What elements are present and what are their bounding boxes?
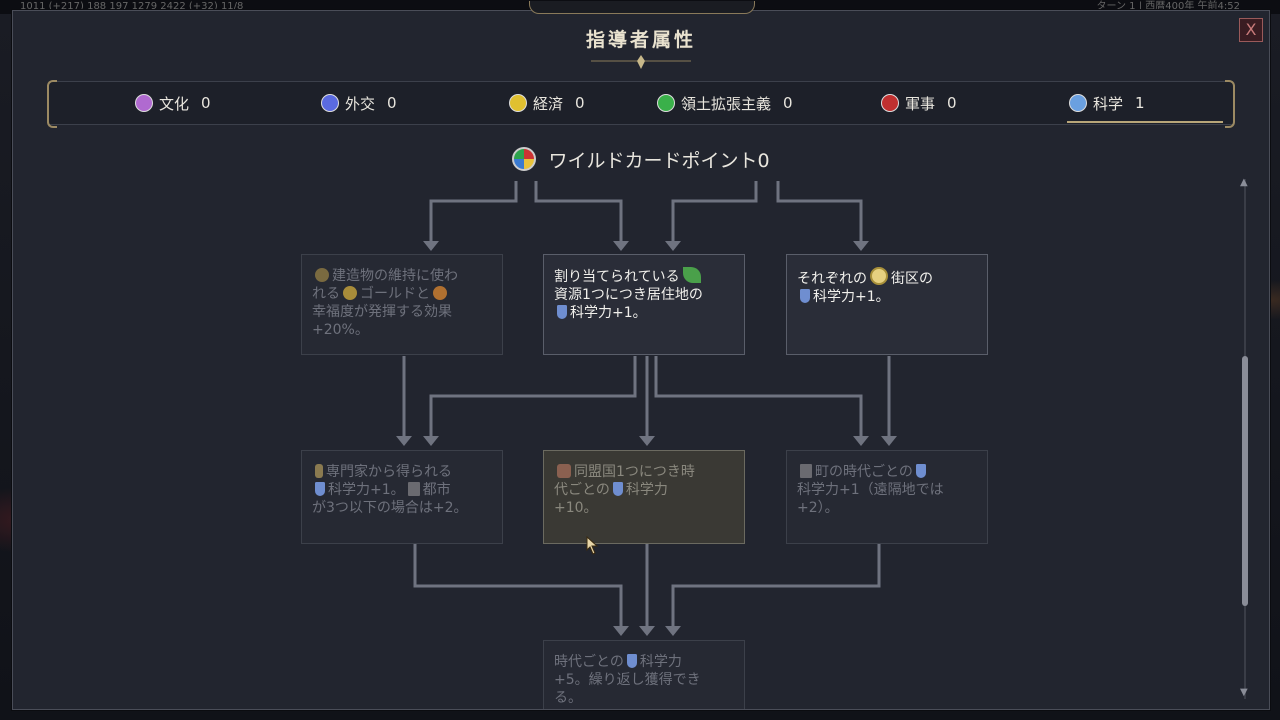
card-building-maintenance[interactable]: 建造物の維持に使わ れる ゴールドと 幸福度が発揮する効果 +20%。 [301,254,503,355]
card-text: それぞれの [797,271,867,287]
card-text: 代ごとの [554,482,610,498]
tree-connector-lines [396,181,897,636]
card-text: 建造物の維持に使わ [332,268,458,284]
amenity-icon [433,286,447,300]
card-text: 科学力 [625,482,668,498]
scrollbar-thumb[interactable] [1242,356,1248,606]
card-district-science[interactable]: それぞれの 街区の 科学力+1。 [786,254,988,355]
card-repeatable-science[interactable]: 時代ごとの 科学力 +5。繰り返し獲得でき る。 [543,640,745,709]
card-text: が3つ以下の場合は+2。 [312,500,468,516]
resource-leaf-icon [682,267,701,283]
card-text: +2）。 [797,500,839,516]
card-text: 科学力+1（遠隔地では [797,482,944,498]
gold-icon [343,286,357,300]
card-text: 幸福度が発揮する効果 [312,304,452,320]
card-text: +10。 [554,500,598,516]
city-icon [407,482,420,496]
card-text: 時代ごとの [554,654,624,670]
district-icon [870,267,888,285]
card-text: ゴールドと [360,286,430,302]
science-flask-icon [915,464,926,478]
card-specialist-science[interactable]: 専門家から得られる 科学力+1。 都市 が3つ以下の場合は+2。 [301,450,503,544]
card-text: 街区の [891,271,933,287]
building-icon [315,268,329,282]
card-text: 資源1つにつき居住地の [554,287,703,303]
scroll-up-arrow-icon[interactable]: ▲ [1240,177,1248,188]
town-icon [800,464,812,478]
card-text: +20%。 [312,322,369,338]
science-flask-icon [612,482,623,496]
card-text: 専門家から得られる [326,464,452,480]
card-text: +5。繰り返し獲得でき [554,672,701,688]
card-alliance-science[interactable]: 同盟国1つにつき時 代ごとの 科学力 +10。 [543,450,745,544]
scroll-down-arrow-icon[interactable]: ▼ [1240,687,1248,698]
card-text: 同盟国1つにつき時 [574,464,695,480]
science-flask-icon [626,654,637,668]
card-text: 割り当てられている [554,269,680,285]
science-flask-icon [800,289,810,303]
card-text: る。 [554,690,582,706]
science-flask-icon [557,305,567,319]
card-text: 都市 [422,482,451,498]
card-text: 科学力 [639,654,682,670]
mouse-pointer-icon [586,536,599,555]
specialist-icon [315,464,323,478]
leader-attributes-dialog: 指導者属性 X 文化 0 外交 0 経済 0 領土拡張主義 0 軍事 0 科学 … [12,1,1270,710]
card-resource-science[interactable]: 割り当てられている 資源1つにつき居住地の 科学力+1。 [543,254,745,355]
card-town-science[interactable]: 町の時代ごとの 科学力+1（遠隔地では +2）。 [786,450,988,544]
card-text: 科学力+1。 [570,305,647,321]
card-text: 町の時代ごとの [815,464,913,480]
card-text: 科学力+1。 [813,289,890,305]
card-text: れる [312,286,340,302]
alliance-icon [557,464,571,478]
card-text: 科学力+1。 [328,482,405,498]
science-flask-icon [315,482,325,496]
